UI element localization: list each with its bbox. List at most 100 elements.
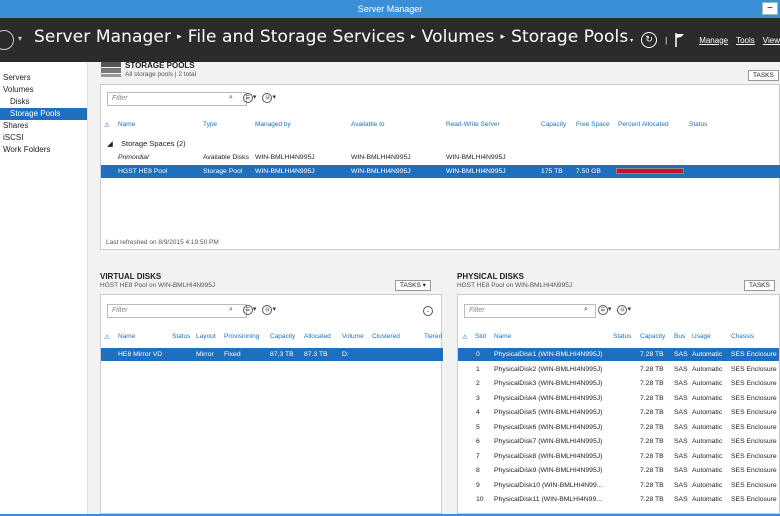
storage-pools-tasks-button[interactable]: TASKS: [748, 70, 779, 81]
sidebar-item-work-folders[interactable]: Work Folders: [0, 144, 87, 156]
list-options-icon[interactable]: ☰ ▾: [242, 93, 256, 103]
table-row[interactable]: 1 PhysicalDisk2 (WIN-BMLHI4N995J) 7.28 TB S…: [458, 363, 780, 376]
breadcrumb-item[interactable]: Storage Pools: [511, 27, 628, 47]
column-header[interactable]: Read-Write Server: [446, 121, 500, 128]
column-header[interactable]: Name: [118, 333, 135, 340]
cell-capacity: 87.3 TB: [270, 351, 294, 358]
refresh-icon[interactable]: ↻: [641, 32, 658, 48]
column-header[interactable]: Name: [494, 333, 511, 340]
virtual-disks-column-headers: ⚠ Name Status Layout Provisioning Capaci…: [101, 333, 443, 344]
cell-managed: WIN-BMLHI4N995J: [255, 168, 315, 175]
column-header[interactable]: Free Space: [576, 121, 610, 128]
table-row[interactable]: 3 PhysicalDisk4 (WIN-BMLHI4N995J) 7.28 TB S…: [458, 392, 779, 405]
manage-menu[interactable]: Manage: [699, 36, 728, 45]
virtual-disks-tasks-button[interactable]: TASKS ▾: [395, 280, 431, 291]
search-icon[interactable]: ⌕: [584, 306, 588, 314]
column-header[interactable]: Layout: [196, 333, 216, 340]
column-header[interactable]: Status: [613, 333, 631, 340]
cell-usage: Automatic: [692, 394, 723, 402]
filter-toolbar: ⌕ ☰ ▾ ⊟ ▾: [584, 305, 631, 315]
table-row[interactable]: 6 PhysicalDisk7 (WIN-BMLHI4N995J) 7.28 TB S…: [458, 435, 779, 448]
column-header[interactable]: Tiered: [424, 333, 443, 340]
table-row-selected[interactable]: 0 PhysicalDisk1 (WIN-BMLHI4N995J) 7.28 TB S…: [458, 348, 779, 361]
column-header[interactable]: Clustered: [372, 333, 400, 340]
column-header[interactable]: Status: [689, 121, 707, 128]
breadcrumb-item[interactable]: Volumes: [422, 27, 495, 47]
column-header[interactable]: Managed by: [255, 121, 291, 128]
cell-bus: SAS: [674, 438, 688, 445]
column-header[interactable]: Bus: [674, 333, 685, 340]
sidebar-item-disks[interactable]: Disks: [0, 96, 87, 108]
save-query-icon[interactable]: ⊟ ▾: [262, 305, 276, 315]
table-row-selected[interactable]: HGST HE8 Pool Storage Pool WIN-BMLHI4N99…: [101, 165, 780, 178]
sidebar-item-shares[interactable]: Shares: [0, 120, 87, 132]
chevron-down-icon: ▾: [422, 282, 426, 289]
filter-input[interactable]: Filter: [107, 304, 247, 318]
save-query-icon[interactable]: ⊟ ▾: [262, 93, 276, 103]
cell-chassis: SES Enclosure 5: [731, 365, 780, 373]
sidebar-item-storage-pools[interactable]: Storage Pools: [0, 108, 87, 120]
cell-name: PhysicalDisk1 (WIN-BMLHI4N995J): [494, 351, 603, 358]
tools-menu[interactable]: Tools: [736, 36, 755, 45]
table-row[interactable]: 4 PhysicalDisk5 (WIN-BMLHI4N995J) 7.28 TB S…: [458, 406, 779, 419]
table-row[interactable]: Primordial Available Disks WIN-BMLHI4N99…: [101, 151, 780, 164]
cell-bus: SAS: [674, 365, 688, 373]
chevron-down-icon[interactable]: ▾: [18, 34, 22, 43]
column-header[interactable]: Capacity: [640, 333, 665, 340]
table-row[interactable]: 10 PhysicalDisk11 (WIN-BMLHI4N99... 7.28 T…: [458, 493, 780, 506]
column-header[interactable]: Capacity: [541, 121, 566, 128]
cell-name: PhysicalDisk4 (WIN-BMLHI4N995J): [494, 394, 603, 402]
cell-usage: Automatic: [692, 380, 723, 387]
filter-input[interactable]: Filter: [107, 92, 247, 106]
sidebar-item-servers[interactable]: Servers: [0, 72, 87, 84]
breadcrumb-separator: ▸: [411, 32, 416, 42]
storage-pools-title: STORAGE POOLS: [125, 61, 195, 70]
column-header[interactable]: Available to: [351, 121, 385, 128]
column-header[interactable]: Percent Allocated: [618, 121, 669, 128]
physical-disks-tasks-button[interactable]: TASKS: [744, 280, 775, 291]
save-query-icon[interactable]: ⊟ ▾: [617, 305, 631, 315]
column-header[interactable]: Chassis: [731, 333, 754, 340]
column-header[interactable]: Type: [203, 121, 217, 128]
breadcrumb-item[interactable]: File and Storage Services: [188, 27, 405, 47]
chevron-down-icon[interactable]: ▾: [630, 37, 633, 44]
minimize-button[interactable]: −: [762, 2, 778, 15]
search-icon[interactable]: ⌕: [229, 94, 233, 102]
column-header[interactable]: Capacity: [270, 333, 295, 340]
column-header[interactable]: Status: [172, 333, 190, 340]
cell-capacity: 7.28 TB: [640, 365, 664, 373]
column-header[interactable]: Name: [118, 121, 135, 128]
search-icon[interactable]: ⌕: [229, 306, 233, 314]
column-header[interactable]: Volume: [342, 333, 364, 340]
physical-disks-panel: Filter ⌕ ☰ ▾ ⊟ ▾ ⚠ Slot Name Status Capaci…: [457, 294, 780, 514]
breadcrumb-separator: ▸: [500, 32, 506, 42]
table-row[interactable]: 2 PhysicalDisk3 (WIN-BMLHI4N995J) 7.28 TB S…: [458, 377, 779, 390]
column-header[interactable]: Provisioning: [224, 333, 259, 340]
back-icon[interactable]: [0, 30, 14, 50]
expand-icon[interactable]: ⌄: [423, 306, 433, 316]
cell-chassis: SES Enclosure 5: [731, 496, 780, 503]
table-row[interactable]: 7 PhysicalDisk8 (WIN-BMLHI4N995J) 7.28 TB S…: [458, 450, 779, 463]
sidebar-item-iscsi[interactable]: iSCSI: [0, 132, 87, 144]
cell-name: PhysicalDisk3 (WIN-BMLHI4N995J): [494, 380, 603, 387]
flag-icon[interactable]: [675, 33, 685, 47]
table-row[interactable]: 8 PhysicalDisk9 (WIN-BMLHI4N995J) 7.28 TB S…: [458, 464, 779, 477]
table-row[interactable]: 9 PhysicalDisk10 (WIN-BMLHI4N99... 7.28 TB…: [458, 479, 779, 492]
group-header[interactable]: ◢ Storage Spaces (2): [101, 137, 780, 150]
collapse-icon[interactable]: ◢: [107, 137, 113, 150]
filter-input[interactable]: Filter: [464, 304, 596, 318]
cell-slot: 1: [476, 365, 480, 373]
list-options-icon[interactable]: ☰ ▾: [242, 305, 256, 315]
table-row[interactable]: 5 PhysicalDisk6 (WIN-BMLHI4N995J) 7.28 TB S…: [458, 421, 779, 434]
column-header[interactable]: Slot: [475, 333, 486, 340]
cell-available: WIN-BMLHI4N995J: [351, 154, 411, 161]
breadcrumb-item[interactable]: Server Manager: [34, 27, 171, 47]
cell-usage: Automatic: [692, 409, 723, 416]
column-header[interactable]: Allocated: [304, 333, 331, 340]
list-options-icon[interactable]: ☰ ▾: [597, 305, 611, 315]
view-menu[interactable]: View: [763, 36, 780, 45]
column-header[interactable]: Usage: [692, 333, 711, 340]
sidebar-item-volumes[interactable]: Volumes: [0, 84, 87, 96]
table-row-selected[interactable]: HE8 Mirror VD Mirror Fixed 87.3 TB 87.3 …: [101, 348, 443, 361]
cell-free-space: 7.50 GB: [576, 168, 601, 175]
